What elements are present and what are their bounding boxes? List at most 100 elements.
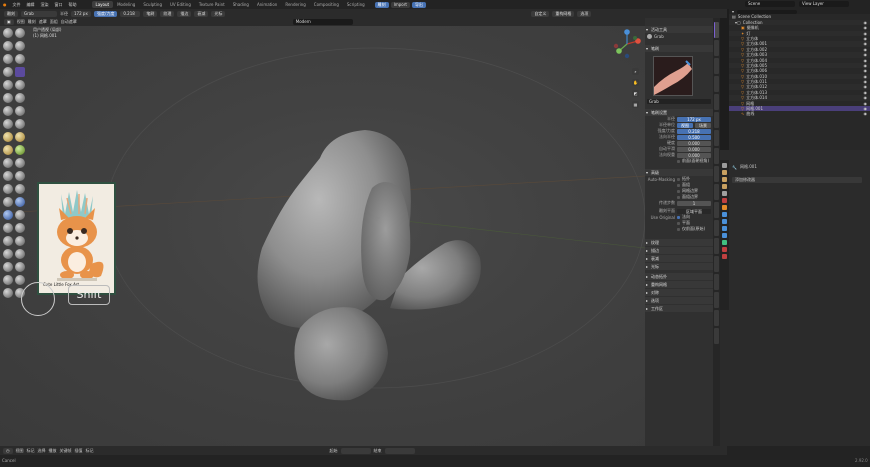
tab-addon-14[interactable] [714, 310, 719, 326]
tab-addon-10[interactable] [714, 238, 719, 254]
eye-icon[interactable]: ◉ [864, 111, 868, 116]
texture-menu[interactable]: 纹理 [160, 10, 175, 17]
remesh-menu[interactable]: 重构网格 [552, 10, 575, 17]
layer-brush-icon[interactable] [15, 54, 25, 64]
workspace-tab-rendering[interactable]: Rendering [281, 1, 309, 8]
inflate-brush-icon[interactable] [3, 67, 13, 77]
use-original-normal-checkbox[interactable] [677, 215, 680, 219]
auto-smooth-field[interactable]: 0.000 [677, 146, 711, 152]
pan-hand-icon[interactable]: ✋ [632, 79, 639, 86]
front-faces-checkbox[interactable] [677, 159, 680, 163]
workspace-tab-layout[interactable]: Layout [91, 1, 114, 8]
material-tab-icon[interactable] [722, 247, 727, 252]
physics-tab-icon[interactable] [722, 226, 727, 231]
tab-addon-15[interactable] [714, 328, 719, 344]
tab-addon-4[interactable] [714, 130, 719, 146]
falloff-menu[interactable]: 衰减 [194, 10, 209, 17]
nudge-brush-icon[interactable] [15, 145, 25, 155]
output-tab-icon[interactable] [722, 177, 727, 182]
boundary-brush-icon[interactable] [3, 171, 13, 181]
tab-addon-13[interactable] [714, 292, 719, 308]
rotate-tool-icon[interactable] [3, 275, 13, 285]
brush-settings-section[interactable]: 笔刷设置 [645, 109, 713, 116]
strength-field[interactable]: 0.218 [120, 10, 141, 17]
cursor-menu[interactable]: 光标 [211, 10, 226, 17]
brush-preview[interactable] [653, 56, 693, 96]
tab-addon-7[interactable] [714, 184, 719, 200]
stroke-section[interactable]: 描边 [645, 247, 713, 254]
texture-section[interactable]: 纹理 [645, 239, 713, 246]
timeline-keyframe-menu[interactable]: 关键帧 [60, 448, 72, 454]
symmetry-section[interactable]: 对称 [645, 289, 713, 296]
render-tab-icon[interactable] [722, 170, 727, 175]
grab-brush-icon[interactable] [15, 67, 25, 77]
box-face-set-icon[interactable] [15, 210, 25, 220]
remesh-section[interactable]: 重构网格 [645, 281, 713, 288]
box-trim-icon[interactable] [3, 223, 13, 233]
multiplane-scrape-icon[interactable] [3, 119, 13, 129]
stroke-menu[interactable]: 描边 [177, 10, 192, 17]
face-sets-boundary-checkbox[interactable] [677, 195, 680, 199]
simplify-brush-icon[interactable] [3, 184, 13, 194]
rotate-brush-icon[interactable] [3, 158, 13, 168]
texture-tab-icon[interactable] [722, 254, 727, 259]
box-mask-icon[interactable] [15, 197, 25, 207]
radius-unit-scene-tab[interactable]: 场景 [695, 122, 711, 128]
edit-face-set-icon[interactable] [15, 249, 25, 259]
pinch-brush-icon[interactable] [15, 119, 25, 129]
workspace-tab-shading[interactable]: Shading [229, 1, 253, 8]
data-tab-icon[interactable] [722, 240, 727, 245]
sculpt-plane-dropdown[interactable]: 区域平面 [677, 208, 711, 214]
timeline-interpolation-menu[interactable]: 插值 [75, 448, 83, 454]
falloff-section[interactable]: 衰减 [645, 255, 713, 262]
options-menu[interactable]: 选项 [577, 10, 592, 17]
outliner-item[interactable]: ∿ 曲线 ◉ [729, 111, 870, 116]
workspace-tab-uv-editing[interactable]: UV Editing [166, 1, 195, 8]
view-layer-field[interactable]: View Layer [799, 1, 849, 7]
brushes-section[interactable]: 笔刷 [645, 45, 713, 52]
tab-addon-11[interactable] [714, 256, 719, 272]
menu-file[interactable]: 文件 [10, 2, 24, 8]
scale-tool-icon[interactable] [15, 275, 25, 285]
topology-checkbox[interactable] [677, 177, 680, 181]
tab-view[interactable] [714, 40, 719, 56]
transform-tool-icon[interactable] [3, 288, 13, 298]
radius-field[interactable]: 172 px [677, 116, 711, 122]
import-button[interactable]: Import [390, 1, 410, 8]
camera-view-icon[interactable]: ◩ [632, 90, 639, 97]
draw-face-sets-icon[interactable] [3, 197, 13, 207]
start-frame-field[interactable] [340, 447, 371, 454]
workspace-tab-texture-paint[interactable]: Texture Paint [195, 1, 229, 8]
workspace-tab-modeling[interactable]: Modeling [113, 1, 139, 8]
mode-chip[interactable]: 雕刻 [374, 1, 389, 8]
original-front-checkbox[interactable] [677, 227, 680, 231]
slide-relax-brush-icon[interactable] [15, 158, 25, 168]
tab-tool[interactable] [714, 22, 719, 38]
tab-addon-6[interactable] [714, 166, 719, 182]
scrape-brush-icon[interactable] [15, 106, 25, 116]
editor-type-button[interactable]: ▣ [4, 19, 14, 25]
box-hide-icon[interactable] [3, 210, 13, 220]
scene-selector[interactable]: Scene View Layer [745, 1, 849, 7]
blob-brush-icon[interactable] [3, 80, 13, 90]
brush-menu[interactable]: 笔刷 [143, 10, 158, 17]
hardness-field[interactable]: 0.000 [677, 140, 711, 146]
radius-unit-view-tab[interactable]: 视图 [677, 122, 693, 128]
modifier-tab-icon[interactable] [722, 212, 727, 217]
clay-strips-brush-icon[interactable] [15, 41, 25, 51]
add-modifier-button[interactable]: 添加修改器 [732, 177, 862, 183]
propagation-field[interactable]: 1 [677, 200, 711, 206]
cloth-brush-icon[interactable] [15, 171, 25, 181]
strength-field[interactable]: 0.218 [677, 128, 711, 134]
workspace-tab-scripting[interactable]: Scripting [343, 1, 369, 8]
line-project-icon[interactable] [15, 223, 25, 233]
zoom-icon[interactable]: ⌕ [632, 68, 639, 75]
timeline-marker-menu[interactable]: 标记 [27, 448, 35, 454]
constraints-tab-icon[interactable] [722, 233, 727, 238]
options-section[interactable]: 选项 [645, 297, 713, 304]
timeline-markers-menu[interactable]: 标记 [86, 448, 94, 454]
tab-addon-9[interactable] [714, 220, 719, 236]
fill-brush-icon[interactable] [3, 106, 13, 116]
workspace-tab-compositing[interactable]: Compositing [310, 1, 343, 8]
cursor-section[interactable]: 光标 [645, 263, 713, 270]
